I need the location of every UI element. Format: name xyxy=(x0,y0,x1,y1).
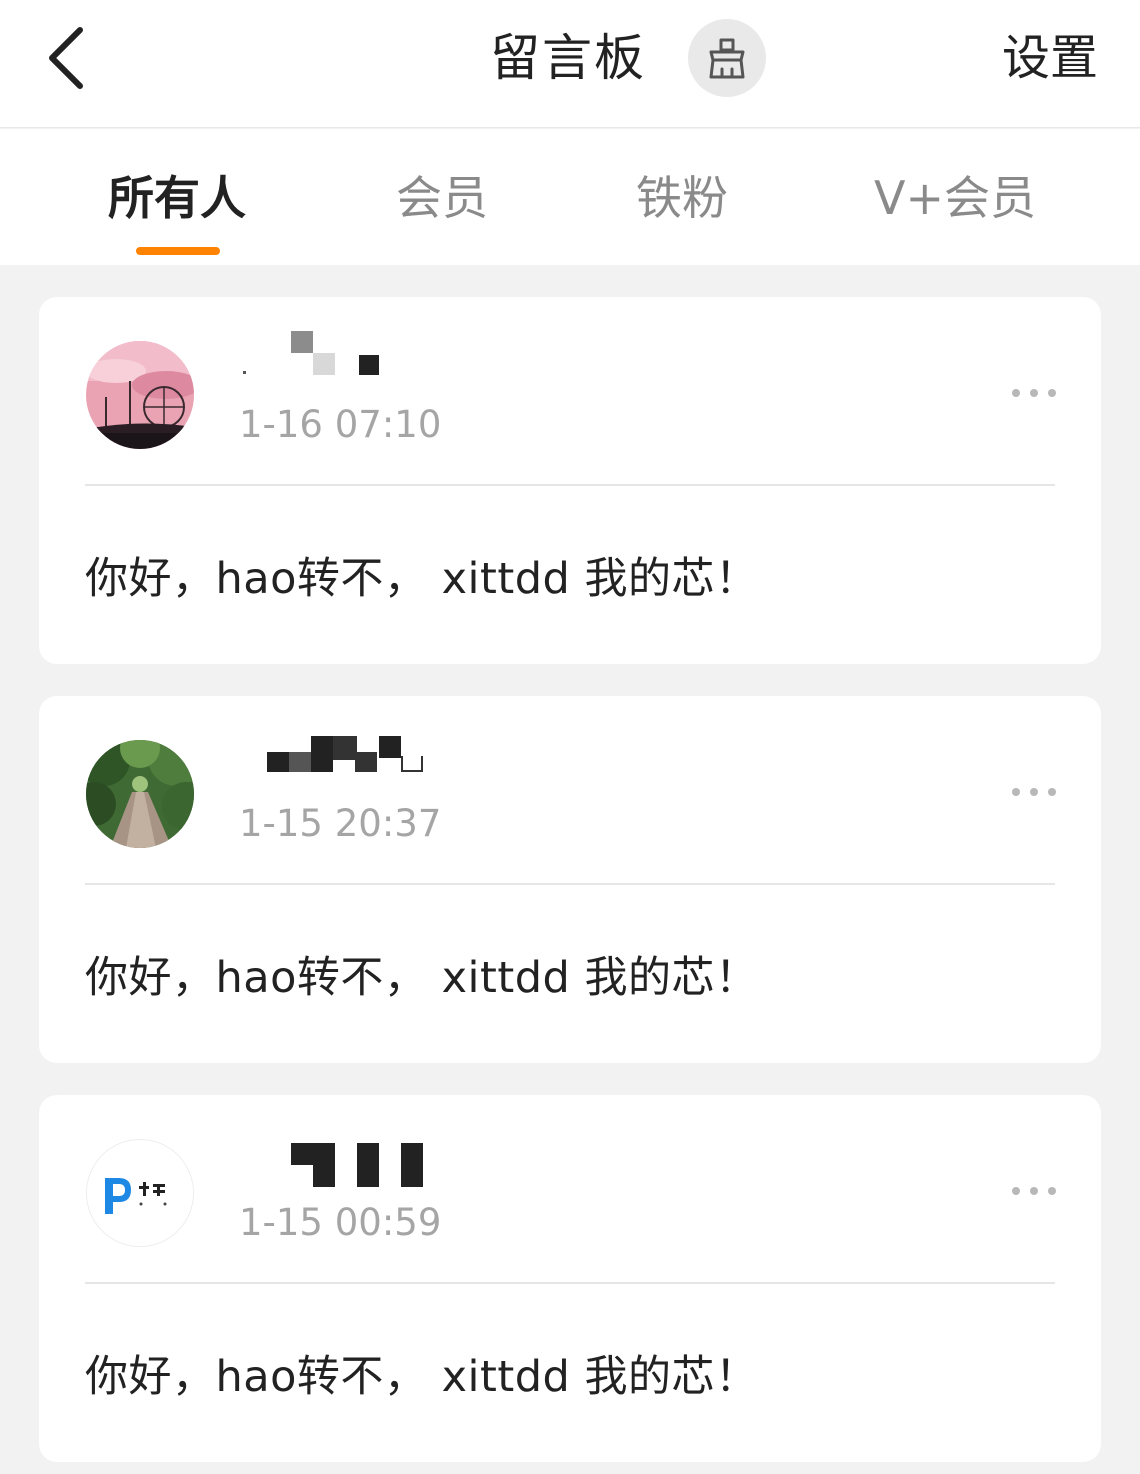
username-redacted xyxy=(235,728,455,776)
message-time: 1-15 00:59 xyxy=(239,1201,442,1244)
username-redacted xyxy=(235,329,455,377)
divider xyxy=(85,883,1055,885)
message-text: 你好，hao转不， xittdd 我的芯！ xyxy=(85,953,759,1003)
message-card: 1-16 07:10 你好，hao转不， xittdd 我的芯！ xyxy=(39,297,1101,664)
avatar[interactable] xyxy=(86,740,194,848)
more-dots-icon[interactable] xyxy=(1012,1185,1056,1197)
back-button[interactable] xyxy=(36,22,96,94)
top-bar: 留言板 设置 xyxy=(0,0,1140,128)
message-time: 1-16 07:10 xyxy=(239,403,442,446)
tab-members[interactable]: 会员 xyxy=(396,167,488,229)
divider xyxy=(85,484,1055,486)
chevron-left-icon xyxy=(49,27,83,89)
divider xyxy=(85,1282,1055,1284)
settings-button[interactable]: 设置 xyxy=(1002,26,1098,90)
more-dots-icon[interactable] xyxy=(1012,387,1056,399)
active-tab-indicator xyxy=(136,247,220,255)
tab-all[interactable]: 所有人 xyxy=(108,167,246,229)
username-redacted xyxy=(235,1127,455,1187)
message-time: 1-15 20:37 xyxy=(239,802,442,845)
message-card: 1-15 20:37 你好，hao转不， xittdd 我的芯！ xyxy=(39,696,1101,1063)
message-card: 1-15 00:59 你好，hao转不， xittdd 我的芯！ xyxy=(39,1095,1101,1462)
message-text: 你好，hao转不， xittdd 我的芯！ xyxy=(85,554,759,604)
avatar[interactable] xyxy=(86,341,194,449)
brush-icon xyxy=(709,38,745,79)
clean-button[interactable] xyxy=(688,19,766,97)
more-dots-icon[interactable] xyxy=(1012,786,1056,798)
avatar[interactable] xyxy=(86,1139,194,1247)
filter-tabs: 所有人 会员 铁粉 V+会员 xyxy=(0,129,1140,265)
tab-vplus-members[interactable]: V+会员 xyxy=(874,167,1036,229)
page-title: 留言板 xyxy=(490,29,646,87)
tab-iron-fans[interactable]: 铁粉 xyxy=(636,167,728,229)
message-text: 你好，hao转不， xittdd 我的芯！ xyxy=(85,1352,759,1402)
